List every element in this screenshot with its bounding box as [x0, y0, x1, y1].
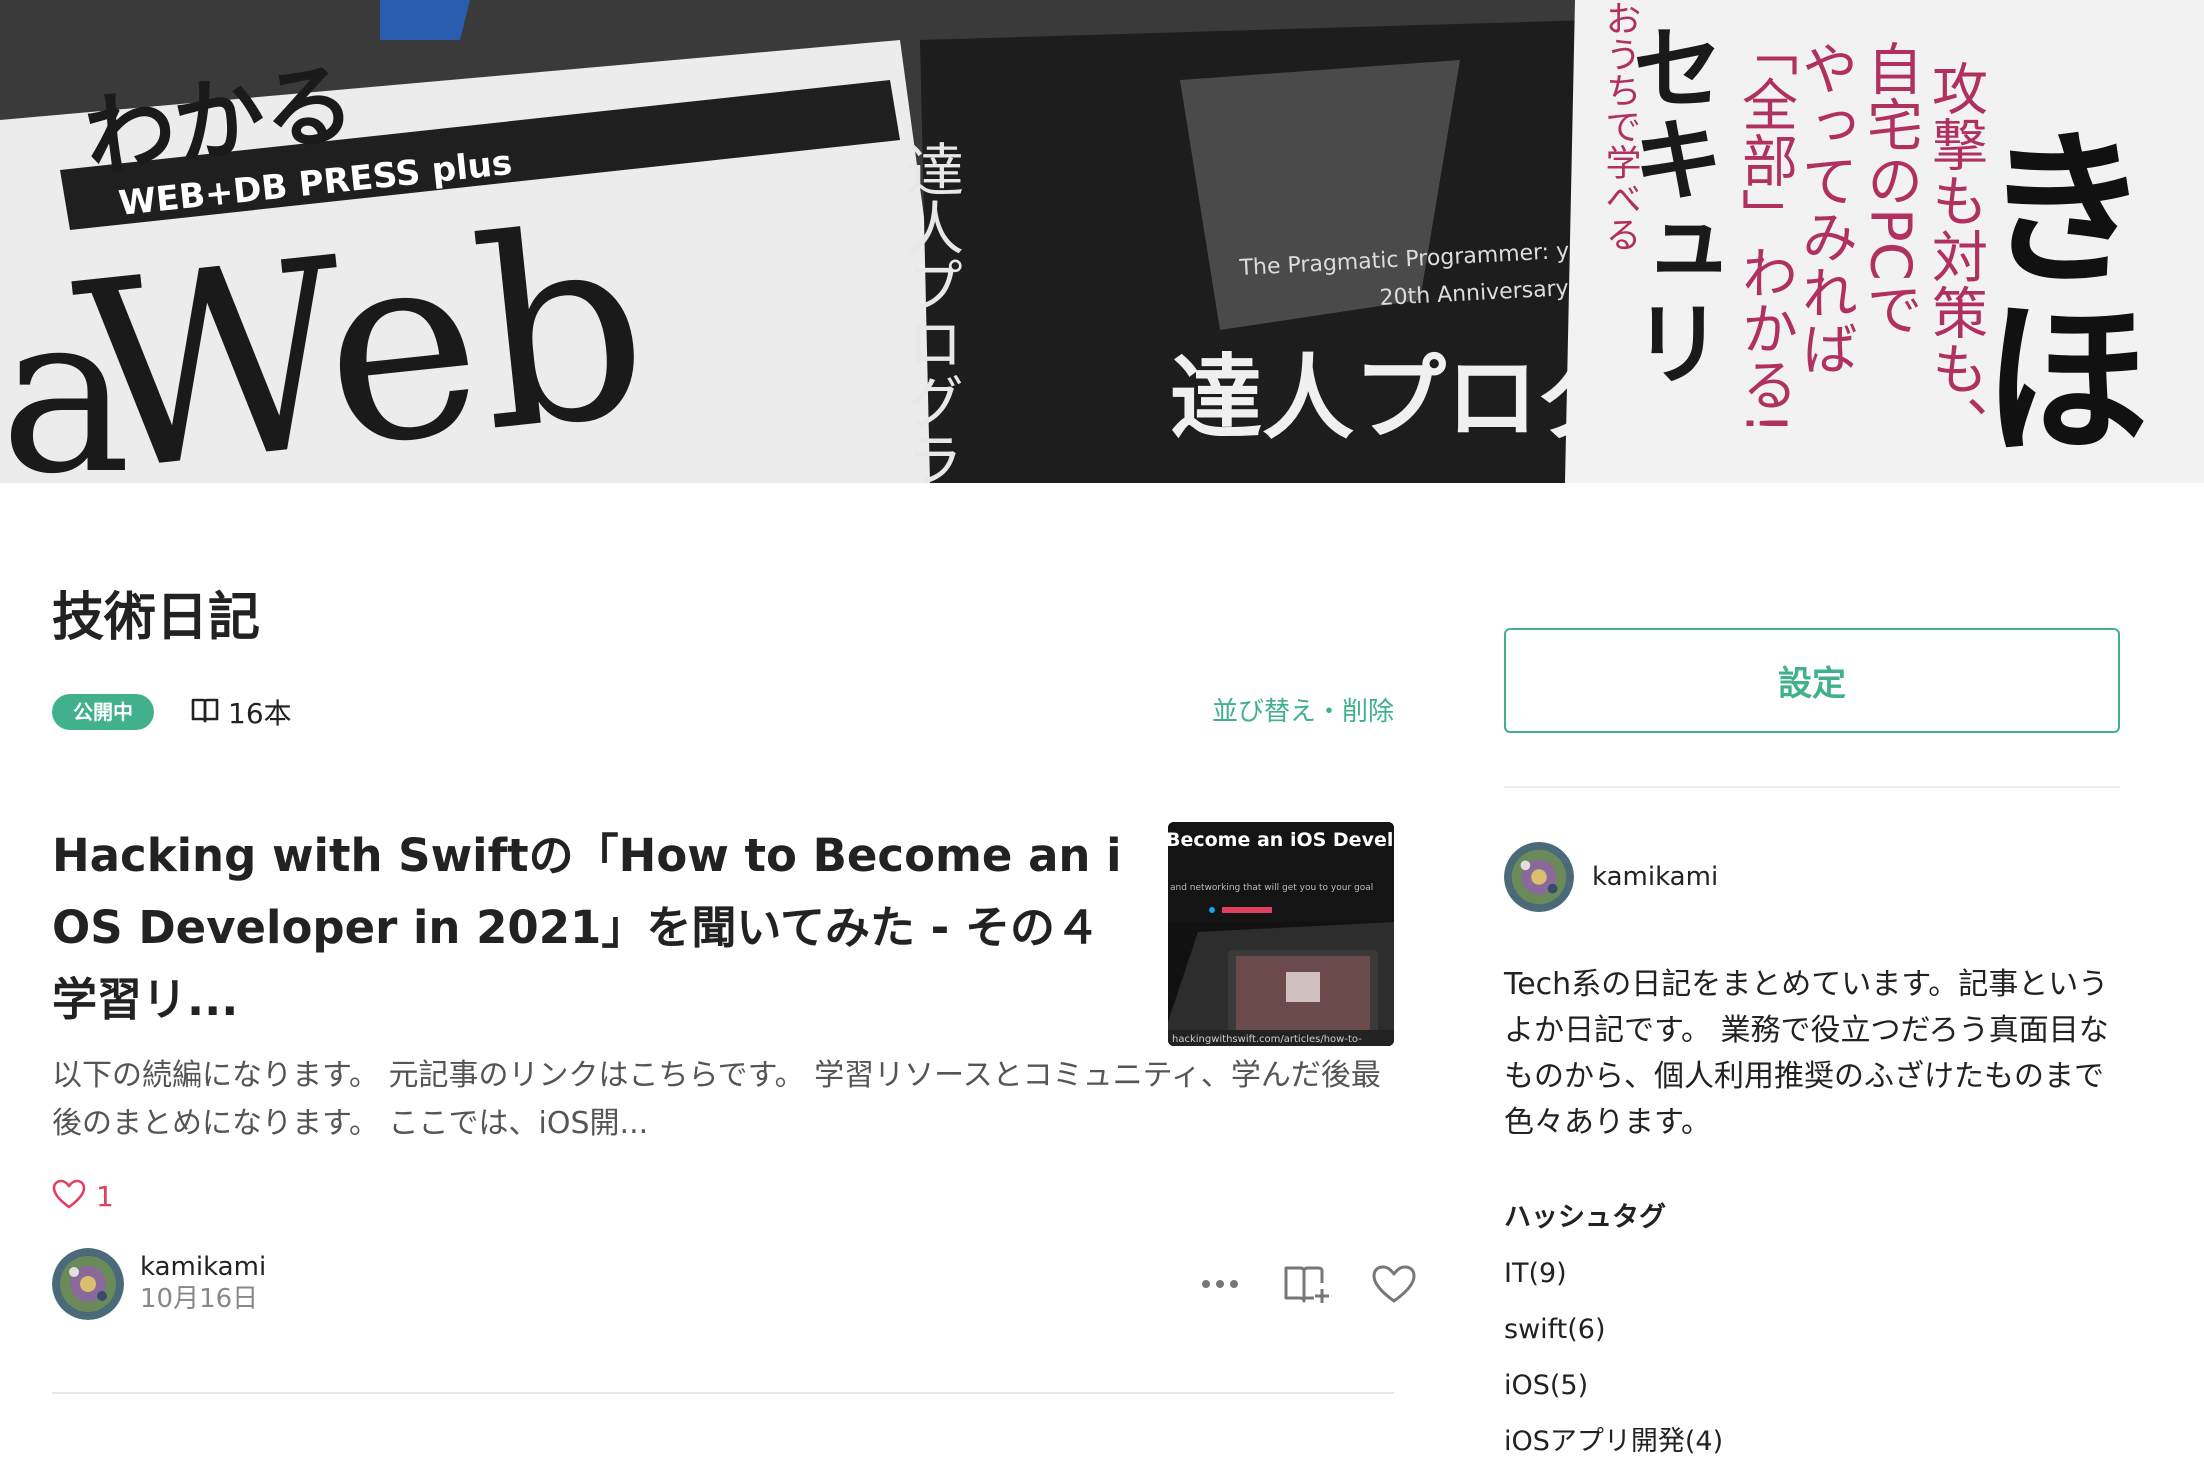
article-author-row: kamikami 10月16日 — [52, 1248, 1416, 1324]
sidebar-divider — [1504, 786, 2120, 788]
cover-image: WEB+DB PRESS plus Web a わかる The Pragmati… — [0, 0, 2204, 483]
magazine-title: 技術日記 — [52, 588, 261, 648]
like-count: 1 — [96, 1179, 114, 1213]
hashtag-list: IT(9) swift(6) iOS(5) iOSアプリ開発(4) — [1504, 1256, 1723, 1480]
svg-text:おうちで学べる: おうちで学べる — [1600, 0, 1641, 252]
author-name[interactable]: kamikami — [140, 1250, 266, 1284]
thumbnail-subtext: and networking that will get you to your… — [1170, 883, 1373, 893]
magazine-meta: 公開中 16本 並び替え・削除 — [52, 692, 1394, 732]
like-summary: 1 — [52, 1176, 114, 1216]
article-divider — [52, 1392, 1394, 1394]
hashtag-item[interactable]: iOSアプリ開発(4) — [1504, 1424, 1723, 1480]
article-thumbnail[interactable]: Become an iOS Devel and networking that … — [1168, 822, 1394, 1046]
status-badge: 公開中 — [52, 694, 154, 730]
book-icon — [190, 696, 220, 728]
heart-outline-icon[interactable] — [1366, 1256, 1422, 1312]
avatar[interactable] — [52, 1248, 124, 1320]
svg-text:hackingwithswift.com/articles/: hackingwithswift.com/articles/how-to- — [1172, 1034, 1362, 1045]
svg-text:a: a — [0, 266, 131, 483]
hashtag-item[interactable]: swift(6) — [1504, 1312, 1723, 1368]
svg-text:達人プログラ: 達人プログラ — [896, 140, 964, 483]
svg-text:やってみれば: やってみれば — [1793, 40, 1858, 376]
article-date: 10月16日 — [140, 1284, 259, 1314]
article-excerpt: 以下の続編になります。 元記事のリンクはこちらです。 学習リソースとコミュニティ… — [52, 1058, 1381, 1141]
sidebar-author: kamikami — [1504, 842, 2120, 914]
svg-text:達人プログ: 達人プログ — [1170, 345, 1630, 452]
hashtag-item[interactable]: IT(9) — [1504, 1256, 1723, 1312]
heart-icon — [52, 1179, 86, 1213]
article-count: 16本 — [190, 692, 292, 732]
svg-text:「全部」わかる!: 「全部」わかる! — [1733, 20, 1798, 434]
magazine-description: Tech系の日記をまとめています。記事というよか日記です。 業務で役立つだろう真… — [1504, 967, 2109, 1140]
svg-text:自宅のPCで: 自宅のPCで — [1858, 40, 1923, 337]
settings-button[interactable]: 設定 — [1504, 628, 2120, 733]
article-count-label: 16本 — [228, 697, 292, 730]
hashtag-item[interactable]: iOS(5) — [1504, 1368, 1723, 1424]
avatar[interactable] — [1504, 842, 1574, 912]
more-icon[interactable] — [1192, 1256, 1248, 1312]
article-card[interactable]: Hacking with Swiftの「How to Become an iOS… — [52, 820, 1416, 1393]
hashtag-heading: ハッシュタグ — [1504, 1202, 1666, 1233]
article-title[interactable]: Hacking with Swiftの「How to Become an iOS… — [52, 820, 1132, 1036]
sort-delete-link[interactable]: 並び替え・削除 — [1212, 694, 1394, 730]
svg-text:きほ: きほ — [1951, 120, 2149, 460]
add-magazine-icon[interactable] — [1279, 1256, 1335, 1312]
thumbnail-headline: Become an iOS Devel — [1168, 829, 1393, 851]
sidebar-author-name[interactable]: kamikami — [1592, 860, 1718, 894]
